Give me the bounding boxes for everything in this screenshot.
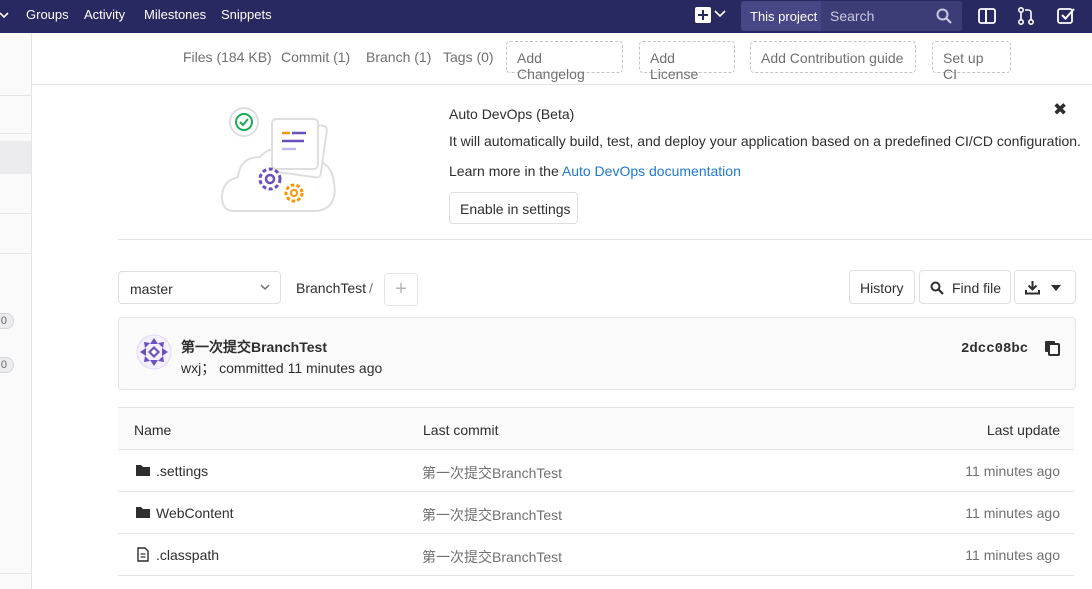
nav-milestones-link[interactable]: Milestones bbox=[144, 7, 206, 22]
find-file-button[interactable]: Find file bbox=[919, 270, 1011, 304]
breadcrumb-project[interactable]: BranchTest bbox=[296, 280, 366, 296]
sidebar-count-badge: 0 bbox=[0, 357, 14, 373]
breadcrumb-separator: / bbox=[369, 280, 373, 296]
search-scope-chip[interactable]: This project bbox=[741, 1, 821, 31]
auto-devops-docs-link[interactable]: Auto DevOps documentation bbox=[562, 163, 741, 179]
set-up-ci-button[interactable]: Set up CI bbox=[932, 41, 1011, 82]
nav-groups-link[interactable]: Groups bbox=[26, 7, 69, 22]
file-name-link[interactable]: .settings bbox=[156, 463, 208, 479]
branch-name: master bbox=[130, 281, 173, 297]
left-sidebar: 0 0 bbox=[0, 33, 32, 589]
file-last-commit-link[interactable]: 第一次提交BranchTest bbox=[422, 505, 562, 525]
file-last-update: 11 minutes ago bbox=[965, 547, 1060, 563]
download-dropdown-button[interactable] bbox=[1014, 270, 1076, 304]
add-to-tree-button[interactable]: + bbox=[384, 273, 418, 306]
sidebar-item-active[interactable] bbox=[0, 141, 31, 174]
table-row[interactable]: .settings 第一次提交BranchTest 11 minutes ago bbox=[118, 450, 1074, 492]
add-contribution-guide-button[interactable]: Add Contribution guide bbox=[750, 41, 916, 73]
top-navbar: Groups Activity Milestones Snippets This… bbox=[0, 0, 1092, 33]
files-stat-link[interactable]: Files (184 KB) bbox=[183, 49, 272, 65]
caret-down-icon bbox=[1051, 285, 1061, 291]
add-license-button[interactable]: Add License bbox=[639, 41, 735, 82]
file-last-commit-link[interactable]: 第一次提交BranchTest bbox=[422, 463, 562, 483]
file-name-link[interactable]: WebContent bbox=[156, 505, 234, 521]
file-last-update: 11 minutes ago bbox=[965, 463, 1060, 479]
merge-request-icon[interactable] bbox=[1016, 6, 1036, 26]
commits-stat-link[interactable]: Commit (1) bbox=[281, 49, 350, 65]
last-commit-box: 第一次提交BranchTest wxj； committed 11 minute… bbox=[118, 317, 1076, 390]
commit-title[interactable]: 第一次提交BranchTest bbox=[181, 337, 327, 357]
avatar[interactable] bbox=[136, 334, 172, 370]
file-last-update: 11 minutes ago bbox=[965, 505, 1060, 521]
sidebar-count-badge: 0 bbox=[0, 313, 14, 329]
sidebar-divider bbox=[0, 213, 31, 214]
new-item-icon[interactable] bbox=[695, 7, 711, 23]
project-stats-bar: Files (184 KB) Commit (1) Branch (1) Tag… bbox=[32, 33, 1092, 85]
last-update-column-header: Last update bbox=[986, 422, 1060, 438]
folder-icon bbox=[136, 507, 150, 518]
file-last-commit-link[interactable]: 第一次提交BranchTest bbox=[422, 547, 562, 567]
close-icon[interactable]: ✖ bbox=[1053, 100, 1067, 120]
tags-stat-link[interactable]: Tags (0) bbox=[443, 49, 494, 65]
commit-author[interactable]: wxj； bbox=[181, 360, 215, 376]
file-name-link[interactable]: .classpath bbox=[156, 547, 219, 563]
auto-devops-learn-more: Learn more in the Auto DevOps documentat… bbox=[449, 163, 741, 179]
chevron-down-icon[interactable] bbox=[714, 9, 726, 19]
branch-selector[interactable]: master bbox=[118, 271, 281, 304]
sidebar-divider bbox=[0, 95, 31, 96]
name-column-header: Name bbox=[134, 422, 172, 438]
file-icon bbox=[137, 547, 149, 562]
history-button[interactable]: History bbox=[849, 270, 915, 304]
search-icon bbox=[930, 281, 944, 295]
chevron-down-icon[interactable] bbox=[0, 8, 10, 22]
nav-activity-link[interactable]: Activity bbox=[84, 7, 125, 22]
find-file-label: Find file bbox=[952, 280, 1002, 296]
sidebar-divider bbox=[0, 133, 31, 134]
enable-in-settings-button[interactable]: Enable in settings bbox=[449, 192, 578, 224]
download-icon bbox=[1025, 281, 1040, 295]
folder-icon bbox=[136, 465, 150, 476]
sidebar-toggle-icon[interactable] bbox=[977, 6, 997, 26]
todo-check-icon[interactable] bbox=[1056, 6, 1076, 26]
chevron-down-icon bbox=[260, 284, 270, 291]
auto-devops-description: It will automatically build, test, and d… bbox=[449, 133, 1081, 149]
file-tree-table: Name Last commit Last update .settings 第… bbox=[118, 407, 1074, 576]
search-input[interactable] bbox=[830, 8, 930, 24]
commit-sha[interactable]: 2dcc08bc bbox=[961, 341, 1028, 357]
last-commit-column-header: Last commit bbox=[423, 422, 499, 438]
add-changelog-button[interactable]: Add Changelog bbox=[506, 41, 623, 82]
auto-devops-illustration bbox=[220, 107, 336, 212]
learn-more-text: Learn more in the bbox=[449, 163, 559, 179]
copy-icon[interactable] bbox=[1044, 340, 1060, 356]
nav-snippets-link[interactable]: Snippets bbox=[221, 7, 272, 22]
sidebar-divider bbox=[0, 253, 31, 254]
sidebar-divider bbox=[0, 573, 31, 574]
table-row[interactable]: WebContent 第一次提交BranchTest 11 minutes ag… bbox=[118, 492, 1074, 534]
table-row[interactable]: .classpath 第一次提交BranchTest 11 minutes ag… bbox=[118, 534, 1074, 576]
auto-devops-banner: Auto DevOps (Beta) It will automatically… bbox=[118, 85, 1092, 240]
branches-stat-link[interactable]: Branch (1) bbox=[366, 49, 431, 65]
commit-meta: wxj； committed 11 minutes ago bbox=[181, 358, 382, 378]
search-icon[interactable] bbox=[935, 7, 953, 25]
table-header: Name Last commit Last update bbox=[118, 407, 1074, 450]
search-box bbox=[821, 1, 962, 31]
commit-time: committed 11 minutes ago bbox=[219, 360, 383, 376]
auto-devops-title: Auto DevOps (Beta) bbox=[449, 106, 575, 122]
